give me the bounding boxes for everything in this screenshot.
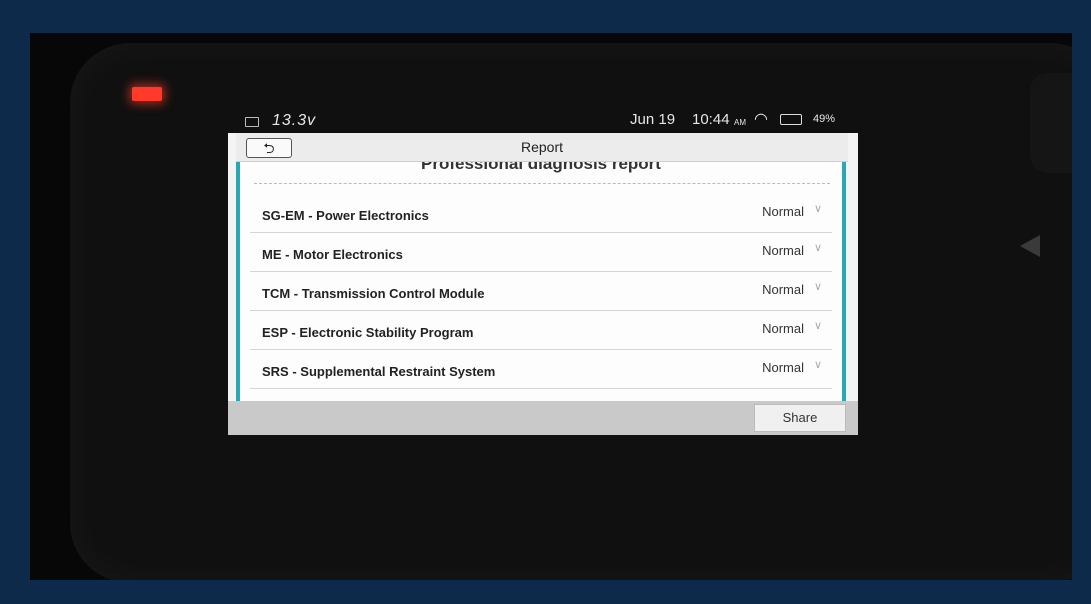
page-title: Report [520, 139, 564, 155]
module-list: SG-EM - Power Electronics Normal ∨ ME - … [250, 194, 832, 389]
power-led [132, 87, 162, 101]
module-row[interactable]: SG-EM - Power Electronics Normal ∨ [250, 194, 832, 233]
module-name: ESP - Electronic Stability Program [262, 325, 474, 340]
battery-icon [780, 114, 802, 125]
side-arrow-icon [1020, 235, 1040, 257]
chevron-down-icon[interactable]: ∨ [814, 358, 822, 371]
side-button [1030, 73, 1072, 173]
module-status: Normal [762, 204, 804, 219]
status-ampm: AM [734, 118, 746, 127]
battery-percent: 49% [813, 113, 836, 125]
status-time: 10:44 [692, 111, 730, 128]
bottom-bar: Share [228, 401, 858, 435]
module-name: SRS - Supplemental Restraint System [262, 364, 496, 379]
chevron-down-icon[interactable]: ∨ [814, 280, 822, 293]
voltage-readout: 13.3v [272, 112, 317, 129]
title-bar: ⮌ Report [236, 133, 848, 162]
module-row[interactable]: ME - Motor Electronics Normal ∨ [250, 233, 832, 272]
report-content[interactable]: Professional diagnosis report SG-EM - Po… [236, 162, 846, 401]
status-bar: 13.3v Jun 19 10:44 AM ◠ 49% [240, 107, 860, 133]
module-row[interactable]: ESP - Electronic Stability Program Norma… [250, 311, 832, 350]
module-status: Normal [762, 282, 804, 297]
report-window: ⮌ Report Professional diagnosis report S… [228, 133, 858, 435]
wifi-icon: ◠ [754, 111, 768, 128]
divider [254, 183, 830, 184]
chevron-down-icon[interactable]: ∨ [814, 319, 822, 332]
module-name: SG-EM - Power Electronics [262, 208, 429, 223]
module-name: TCM - Transmission Control Module [262, 286, 485, 301]
module-status: Normal [762, 321, 804, 336]
module-row[interactable]: TCM - Transmission Control Module Normal… [250, 272, 832, 311]
module-status: Normal [762, 243, 804, 258]
report-heading: Professional diagnosis report [421, 162, 661, 173]
module-name: ME - Motor Electronics [262, 247, 403, 262]
share-button[interactable]: Share [754, 404, 846, 432]
module-status: Normal [762, 360, 804, 375]
chevron-down-icon[interactable]: ∨ [814, 202, 822, 215]
car-battery-icon [245, 117, 259, 127]
chevron-down-icon[interactable]: ∨ [814, 241, 822, 254]
module-row[interactable]: SRS - Supplemental Restraint System Norm… [250, 350, 832, 389]
status-date: Jun 19 [630, 111, 676, 128]
